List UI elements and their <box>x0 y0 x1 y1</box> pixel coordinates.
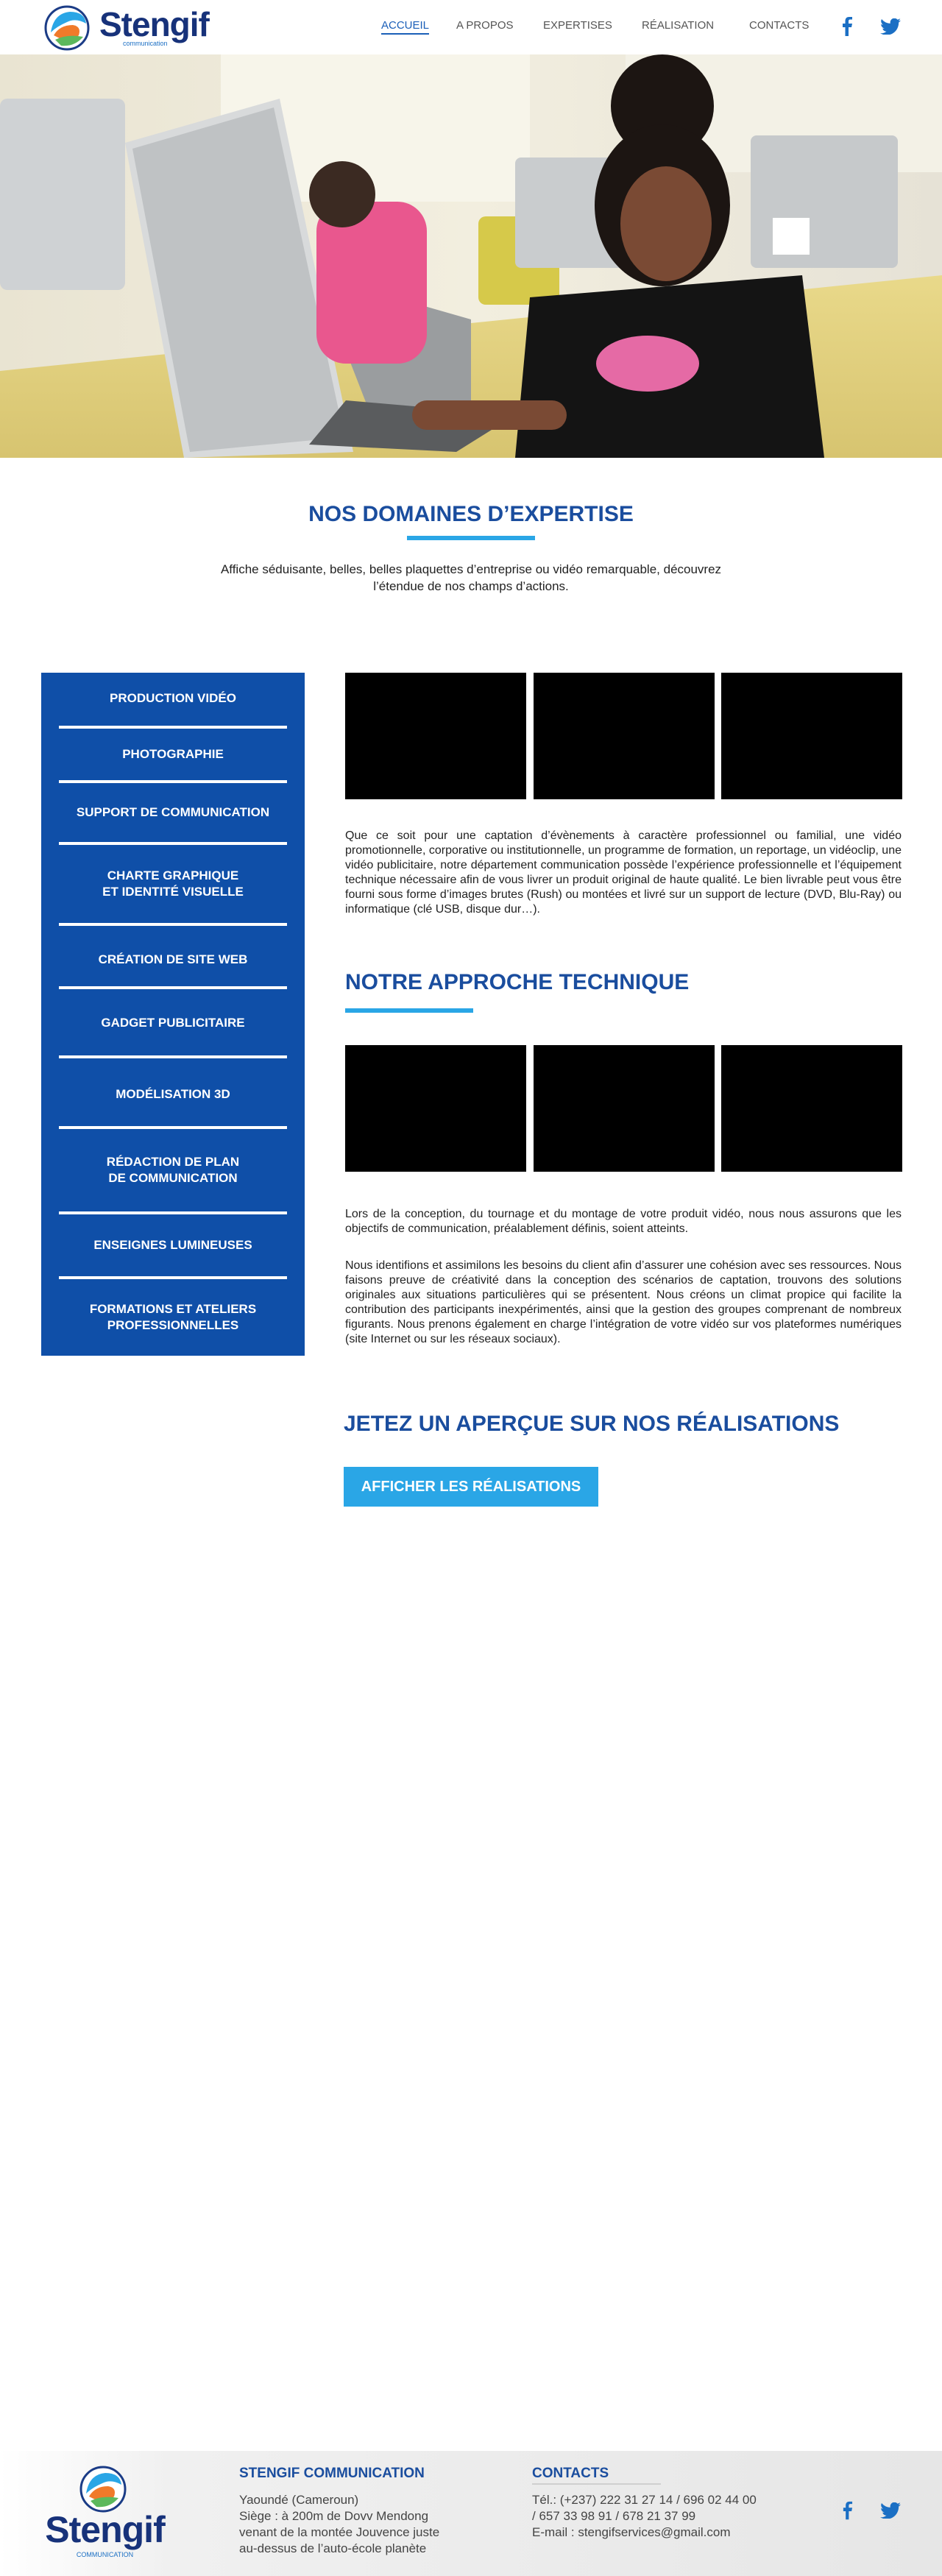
approach-title-underline <box>345 1008 473 1013</box>
footer-address-line: venant de la montée Jouvence juste <box>239 2525 440 2539</box>
video-thumbnail[interactable] <box>534 673 715 799</box>
approach-title: NOTRE APPROCHE TECHNIQUE <box>345 970 690 994</box>
twitter-icon[interactable] <box>879 2499 902 2522</box>
nav-item-expertises[interactable]: EXPERTISES <box>543 19 612 32</box>
nav-item-accueil[interactable]: ACCUEIL <box>381 19 430 35</box>
sidebar-item-support-communication[interactable]: SUPPORT DE COMMUNICATION <box>41 783 305 842</box>
expertise-title-underline <box>407 536 535 540</box>
footer-logo[interactable]: Stengif COMMUNICATION <box>40 2466 169 2561</box>
sidebar-item-redaction-plan[interactable]: RÉDACTION DE PLAN DE COMMUNICATION <box>41 1129 305 1211</box>
footer-address-line: Yaoundé (Cameroun) <box>239 2493 359 2507</box>
expertise-sidebar: PRODUCTION VIDÉO PHOTOGRAPHIE SUPPORT DE… <box>41 673 305 1356</box>
sidebar-item-photographie[interactable]: PHOTOGRAPHIE <box>41 729 305 780</box>
footer-logo-wordmark: Stengif <box>45 2509 165 2550</box>
video-thumbnail[interactable] <box>345 1045 526 1172</box>
footer-logo-tagline: COMMUNICATION <box>76 2551 134 2558</box>
realisations-title: JETEZ UN APERÇUE SUR NOS RÉALISATIONS <box>344 1412 840 1436</box>
approach-paragraph-2: Nous identifions et assimilons les besoi… <box>345 1259 902 1345</box>
nav-item-realisation[interactable]: RÉALISATION <box>642 19 714 32</box>
hero-image <box>0 54 942 458</box>
nav-item-a-propos[interactable]: A PROPOS <box>456 19 514 32</box>
sidebar-item-gadget-publicitaire[interactable]: GADGET PUBLICITAIRE <box>41 989 305 1057</box>
sidebar-item-formations-ateliers[interactable]: FORMATIONS ET ATELIERS PROFESSIONNELLES <box>41 1279 305 1356</box>
hero-photo <box>0 54 942 458</box>
footer-phone-line: / 657 33 98 91 / 678 21 37 99 <box>532 2509 696 2523</box>
intro-paragraph: Que ce soit pour une captation d’évèneme… <box>345 829 902 916</box>
video-thumbnail[interactable] <box>721 673 902 799</box>
site-header: Stengif communication ACCUEIL A PROPOS E… <box>0 0 942 54</box>
expertise-description: Affiche séduisante, belles, belles plaqu… <box>220 562 722 593</box>
footer-email-line[interactable]: E-mail : stengifservices@gmail.com <box>532 2524 731 2541</box>
video-thumbnail[interactable] <box>345 673 526 799</box>
footer-divider <box>532 2483 661 2485</box>
sidebar-item-production-video[interactable]: PRODUCTION VIDÉO <box>41 673 305 724</box>
sidebar-item-charte-graphique[interactable]: CHARTE GRAPHIQUE ET IDENTITÉ VISUELLE <box>41 845 305 923</box>
approach-paragraph-1: Lors de la conception, du tournage et du… <box>345 1208 902 1235</box>
footer-contacts-title: CONTACTS <box>532 2466 609 2481</box>
main-nav: ACCUEIL A PROPOS EXPERTISES RÉALISATION … <box>0 19 942 37</box>
footer-address-line: Siège : à 200m de Dovv Mendong <box>239 2509 429 2523</box>
site-footer: Stengif COMMUNICATION STENGIF COMMUNICAT… <box>0 2451 942 2576</box>
footer-phone-line: Tél.: (+237) 222 31 27 14 / 696 02 44 00 <box>532 2493 757 2507</box>
facebook-icon[interactable] <box>836 2499 858 2522</box>
facebook-icon[interactable] <box>835 15 859 38</box>
footer-company-title: STENGIF COMMUNICATION <box>239 2466 425 2481</box>
show-realisations-button[interactable]: AFFICHER LES RÉALISATIONS <box>344 1467 598 1507</box>
twitter-icon[interactable] <box>879 15 902 38</box>
sidebar-item-modelisation-3d[interactable]: MODÉLISATION 3D <box>41 1058 305 1130</box>
video-thumbnail[interactable] <box>534 1045 715 1172</box>
sidebar-item-creation-site-web[interactable]: CRÉATION DE SITE WEB <box>41 926 305 994</box>
sidebar-item-enseignes-lumineuses[interactable]: ENSEIGNES LUMINEUSES <box>41 1214 305 1276</box>
expertise-title: NOS DOMAINES D’EXPERTISE <box>308 502 634 526</box>
footer-address-line: au-dessus de l’auto-école planète <box>239 2541 427 2555</box>
nav-item-contacts[interactable]: CONTACTS <box>749 19 809 32</box>
video-thumbnail[interactable] <box>721 1045 902 1172</box>
logo-tagline: communication <box>123 40 168 47</box>
